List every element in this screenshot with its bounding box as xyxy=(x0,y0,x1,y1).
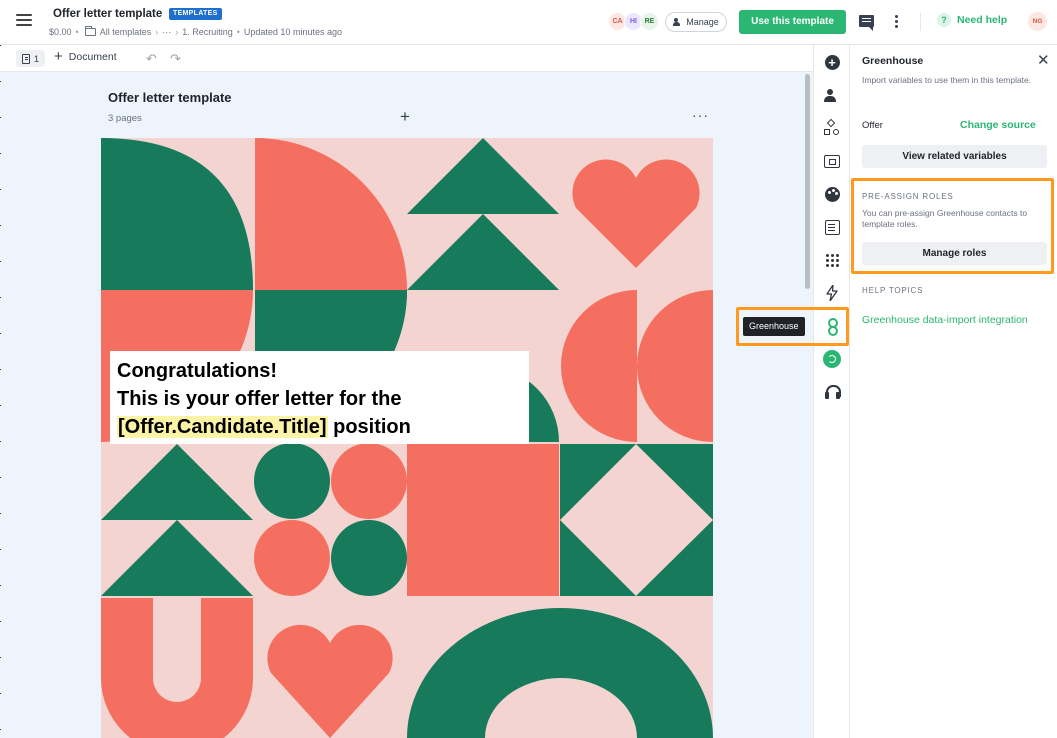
add-document-button[interactable]: + Document xyxy=(54,48,117,65)
rail-add-button[interactable]: + xyxy=(823,53,841,71)
variable-chip[interactable]: [Offer.Candidate.Title] xyxy=(117,416,328,438)
vertical-scrollbar[interactable] xyxy=(805,74,810,289)
offer-text-box[interactable]: Congratulations! This is your offer lett… xyxy=(110,351,529,444)
add-icon: + xyxy=(824,54,840,70)
page-count: 1 xyxy=(33,53,39,64)
redo-icon[interactable]: ↷ xyxy=(170,52,181,65)
divider xyxy=(920,13,921,31)
integration-icon xyxy=(823,350,841,368)
source-label: Offer xyxy=(862,120,883,131)
editor-canvas: Offer letter template 3 pages + ··· Cong… xyxy=(0,72,813,738)
greenhouse-tooltip: Greenhouse xyxy=(743,317,805,336)
canvas-document-title[interactable]: Offer letter template xyxy=(108,90,232,105)
breadcrumb-all-templates[interactable]: All templates xyxy=(100,27,152,37)
rail-shapes-button[interactable] xyxy=(823,118,841,137)
panel-title: Greenhouse xyxy=(862,55,924,67)
headline-suffix: position xyxy=(327,416,411,438)
rail-form-button[interactable] xyxy=(823,218,841,236)
user-avatar[interactable]: NG xyxy=(1028,12,1047,31)
view-related-variables-button[interactable]: View related variables xyxy=(862,145,1047,168)
collaborator-avatars[interactable]: CA HI RE xyxy=(608,12,659,31)
manage-label: Manage xyxy=(686,17,719,27)
rail-apps-button[interactable] xyxy=(823,251,841,269)
help-topics-heading: HELP TOPICS xyxy=(862,286,924,295)
shapes-icon xyxy=(824,118,840,136)
breadcrumb-folder[interactable]: 1. Recruiting xyxy=(182,27,233,37)
headline-line: This is your offer letter for the xyxy=(117,388,402,410)
pages-toggle[interactable]: 1 xyxy=(16,50,45,67)
panel-description: Import variables to use them in this tem… xyxy=(862,75,1032,85)
rail-support-button[interactable] xyxy=(823,383,841,401)
palette-icon xyxy=(824,186,840,202)
breadcrumb: $0.00 • All templates › ··· › 1. Recruit… xyxy=(49,26,342,37)
plus-icon[interactable]: + xyxy=(400,108,410,125)
chevron-right-icon: › xyxy=(175,27,179,37)
help-topic-link[interactable]: Greenhouse data-import integration xyxy=(862,314,1028,326)
icon-rail: + xyxy=(813,45,850,738)
need-help-button[interactable]: ? Need help xyxy=(937,13,1007,27)
more-horizontal-icon[interactable]: ··· xyxy=(692,108,709,122)
folder-icon xyxy=(84,26,96,36)
media-icon xyxy=(824,154,840,168)
rail-people-button[interactable] xyxy=(823,86,841,104)
headset-icon xyxy=(824,384,841,400)
canvas-page-count: 3 pages xyxy=(108,113,142,124)
more-vertical-icon[interactable] xyxy=(895,15,899,29)
pages-icon xyxy=(21,53,30,64)
use-template-button[interactable]: Use this template xyxy=(739,10,846,34)
rail-automation-button[interactable] xyxy=(823,284,841,302)
rail-integration-button[interactable] xyxy=(823,350,841,368)
add-document-label: Document xyxy=(68,51,117,63)
headline-line: Congratulations! xyxy=(117,360,277,382)
comment-icon[interactable] xyxy=(859,15,874,31)
plus-icon: + xyxy=(54,48,63,65)
rail-media-button[interactable] xyxy=(823,152,841,170)
manage-button[interactable]: Manage xyxy=(665,12,727,32)
bolt-icon xyxy=(826,285,838,301)
menu-icon[interactable] xyxy=(16,14,32,28)
left-edge-ruler xyxy=(0,45,1,738)
chevron-right-icon: › xyxy=(155,27,159,37)
people-icon xyxy=(673,18,683,26)
document-title[interactable]: Offer letter template xyxy=(53,8,162,20)
price-label: $0.00 xyxy=(49,27,72,37)
rail-theme-button[interactable] xyxy=(823,185,841,203)
updated-timestamp: Updated 10 minutes ago xyxy=(243,27,342,37)
people-icon xyxy=(824,88,840,102)
headline-variable-line: [Offer.Candidate.Title] position xyxy=(117,413,522,441)
apps-icon xyxy=(825,253,839,267)
need-help-label: Need help xyxy=(957,14,1008,26)
change-source-link[interactable]: Change source xyxy=(960,119,1036,131)
question-icon: ? xyxy=(937,13,951,27)
greenhouse-panel: Greenhouse ✕ Import variables to use the… xyxy=(850,45,1057,738)
preassign-roles-highlight xyxy=(851,178,1054,274)
form-icon xyxy=(824,219,840,235)
top-header: Offer letter template TEMPLATES $0.00 • … xyxy=(0,0,1057,45)
undo-icon[interactable]: ↶ xyxy=(146,52,157,65)
dot-separator: • xyxy=(75,27,79,37)
close-icon[interactable]: ✕ xyxy=(1037,53,1050,68)
dot-separator: • xyxy=(236,27,240,37)
avatar[interactable]: RE xyxy=(640,12,659,31)
templates-badge: TEMPLATES xyxy=(169,8,222,20)
breadcrumb-ellipsis[interactable]: ··· xyxy=(162,27,171,37)
editor-toolbar: 1 + Document ↶ ↷ xyxy=(0,45,813,72)
